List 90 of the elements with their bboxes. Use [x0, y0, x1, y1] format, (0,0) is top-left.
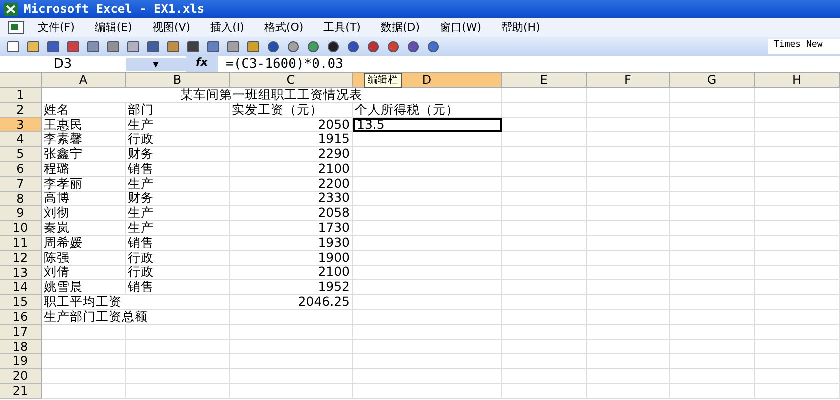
row-header[interactable]: 6: [0, 162, 42, 177]
table-cell: 销售: [126, 236, 230, 251]
row-header[interactable]: 12: [0, 250, 42, 266]
menu-item[interactable]: 工具(T): [324, 20, 361, 35]
table-cell: 生产部门工资总额: [42, 310, 230, 325]
menu-item[interactable]: 数据(D): [380, 20, 420, 35]
table-cell: 陈强: [42, 250, 126, 266]
table-cell: 1900: [230, 250, 353, 266]
font-name-field[interactable]: Times New: [768, 39, 840, 54]
table-cell: 部门: [126, 102, 230, 118]
table-cell: 2200: [230, 176, 353, 192]
table-cell: 2100: [230, 266, 353, 280]
table-cell: 高博: [42, 192, 126, 206]
table-cell: 生产: [126, 206, 230, 222]
excel-logo-icon: [4, 2, 18, 16]
table-cell: 2050: [230, 118, 353, 132]
table-cell: 行政: [126, 132, 230, 148]
table-cell: 姚雪晨: [42, 280, 126, 296]
row-header[interactable]: 15: [0, 295, 42, 310]
table-cell: 刘倩: [42, 266, 126, 280]
table-cell: 张鑫宁: [42, 147, 126, 162]
table-cell: 销售: [126, 162, 230, 177]
row-header[interactable]: 5: [0, 147, 42, 162]
table-cell: 13.5: [353, 118, 502, 132]
table-cell: 行政: [126, 250, 230, 266]
row-header[interactable]: 20: [0, 369, 42, 384]
table-cell: 李孝丽: [42, 176, 126, 192]
menu-item[interactable]: 窗口(W): [440, 20, 482, 35]
row-header[interactable]: 2: [0, 102, 42, 118]
menu-item[interactable]: 格式(O): [264, 20, 304, 35]
menu-item[interactable]: 编辑(E): [94, 20, 132, 35]
workbook-icon[interactable]: [8, 20, 26, 34]
table-cell: 王惠民: [42, 118, 126, 132]
formula-field[interactable]: =(C3-1600)*0.03: [218, 56, 344, 72]
table-cell: 实发工资（元）: [230, 102, 353, 118]
table-cell: 1930: [230, 236, 353, 251]
table-cell: 2058: [230, 206, 353, 222]
menu-item[interactable]: 视图(V): [152, 20, 191, 35]
table-cell: 销售: [126, 280, 230, 296]
tooltip: 编辑栏: [364, 73, 402, 88]
table-cell: 2046.25: [230, 295, 353, 310]
menu-item[interactable]: 帮助(H): [502, 20, 540, 35]
row-header[interactable]: 21: [0, 384, 42, 399]
table-cell: 1915: [230, 132, 353, 148]
row-header[interactable]: 17: [0, 324, 42, 340]
row-header[interactable]: 19: [0, 354, 42, 370]
column-header[interactable]: F: [587, 73, 670, 88]
row-header[interactable]: 4: [0, 132, 42, 148]
table-cell: 个人所得税（元）: [353, 102, 502, 118]
name-box[interactable]: D3 ▾: [0, 56, 186, 72]
row-header[interactable]: 10: [0, 221, 42, 236]
table-cell: 2290: [230, 147, 353, 162]
column-header[interactable]: H: [755, 73, 840, 88]
table-cell: 姓名: [42, 102, 126, 118]
table-cell: 生产: [126, 118, 230, 132]
table-cell: 1952: [230, 280, 353, 296]
function-button[interactable]: fx: [186, 56, 218, 72]
table-cell: 1730: [230, 221, 353, 236]
row-header[interactable]: 8: [0, 192, 42, 206]
row-header[interactable]: 16: [0, 310, 42, 325]
table-title: 某车间第一班组职工工资情况表: [42, 88, 502, 103]
table-cell: 行政: [126, 266, 230, 280]
row-header[interactable]: 3: [0, 118, 42, 132]
table-cell: 财务: [126, 192, 230, 206]
table-cell: 财务: [126, 147, 230, 162]
row-header[interactable]: 11: [0, 236, 42, 251]
column-header[interactable]: E: [502, 73, 587, 88]
table-cell: 程璐: [42, 162, 126, 177]
row-header[interactable]: 7: [0, 176, 42, 192]
row-header[interactable]: 18: [0, 340, 42, 354]
column-header[interactable]: A: [42, 73, 126, 88]
row-header[interactable]: 9: [0, 206, 42, 222]
window-title: Microsoft Excel - EX1.xls: [24, 2, 205, 16]
row-header[interactable]: 14: [0, 280, 42, 296]
table-cell: 李素馨: [42, 132, 126, 148]
table-cell: 职工平均工资: [42, 295, 230, 310]
table-cell: 生产: [126, 221, 230, 236]
table-cell: 2100: [230, 162, 353, 177]
table-cell: 2330: [230, 192, 353, 206]
row-header[interactable]: 13: [0, 266, 42, 280]
menu-item[interactable]: 插入(I): [210, 20, 244, 35]
column-header[interactable]: C: [230, 73, 353, 88]
column-header[interactable]: B: [126, 73, 230, 88]
table-cell: 生产: [126, 176, 230, 192]
row-header[interactable]: 1: [0, 88, 42, 103]
menu-item[interactable]: 文件(F): [38, 20, 75, 35]
table-cell: 刘彻: [42, 206, 126, 222]
column-header[interactable]: G: [670, 73, 755, 88]
table-cell: 周希媛: [42, 236, 126, 251]
table-cell: 秦岚: [42, 221, 126, 236]
